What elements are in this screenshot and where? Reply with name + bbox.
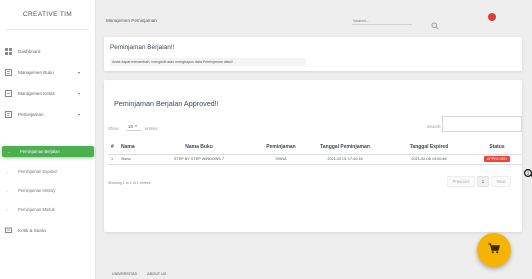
notice-text: Anda dapat menambah, mengedit atau mengh… xyxy=(110,58,306,66)
column-header[interactable]: Peminjaman xyxy=(258,141,304,155)
column-header[interactable]: Nama xyxy=(118,141,140,155)
approved-title: Peminjaman Berjalan Approved!! xyxy=(114,99,219,108)
chevron-down-icon: ▾ xyxy=(135,124,137,128)
notice-title: Peminjaman Berjalan!! xyxy=(110,44,175,51)
page-1-button[interactable]: 1 xyxy=(477,176,489,187)
approved-card: Peminjaman Berjalan Approved!! Show 10 ▾… xyxy=(104,80,532,232)
column-header[interactable]: Status xyxy=(472,141,522,155)
dash-icon: – xyxy=(6,207,9,212)
feedback-icon xyxy=(4,226,12,234)
sidebar-item-kritik-saran[interactable]: Kritik & Saran xyxy=(0,223,96,237)
entries-select-value: 10 xyxy=(128,123,134,129)
dash-icon: – xyxy=(6,188,9,193)
brand-logo[interactable]: CREATIVE TIM xyxy=(6,0,89,30)
footer: UNIVERSITAS ABOUT US xyxy=(112,272,166,276)
column-header[interactable]: Tanggal Expired xyxy=(386,141,472,155)
sidebar-item-manajemen-buku[interactable]: Manajemen Buku ▾ xyxy=(0,65,96,79)
sidebar-subitem-peminjaman-masuk[interactable]: – Peminjaman Masuk xyxy=(0,204,96,215)
dash-icon: – xyxy=(6,169,9,174)
entries-select[interactable]: 10 ▾ xyxy=(126,122,142,131)
sidebar-item-peminjaman[interactable]: Peminjaman ▾ xyxy=(0,107,96,121)
previous-page-button[interactable]: Previous xyxy=(447,176,475,187)
column-header[interactable]: Nama Buku xyxy=(140,141,258,155)
table-header-row: # Nama Nama Buku Peminjaman Tanggal Pemi… xyxy=(108,141,522,155)
page-title: Manajemen Peminjaman xyxy=(106,18,157,23)
table-cell: 2021-02-08 19:00:## xyxy=(386,154,472,165)
dashboard-icon xyxy=(4,47,12,55)
class-icon xyxy=(4,89,12,97)
status-cell: APPROVED xyxy=(472,154,522,165)
annotation-arrow-icon: 1 xyxy=(524,169,532,177)
table-cell: 2021-02-01 17:40:18 xyxy=(304,154,386,165)
table-row: 1 Sisna STEP BY STEP WINDOWS 7 SISNA 202… xyxy=(108,154,522,165)
sidebar-item-label: Peminjaman xyxy=(18,111,44,117)
entries-label: entries xyxy=(145,126,158,131)
table-info: Showing 1 to 1 of 1 entries xyxy=(108,181,151,185)
book-icon xyxy=(4,68,12,76)
sidebar-subitem-label: Peminjaman History xyxy=(18,188,56,193)
cart-icon xyxy=(488,241,500,259)
next-page-button[interactable]: Next xyxy=(491,176,511,187)
chevron-down-icon: ▾ xyxy=(77,90,80,96)
sidebar-item-label: Dashboard xyxy=(18,48,41,54)
notice-card: Peminjaman Berjalan!! Anda dapat menamba… xyxy=(104,37,522,71)
chevron-down-icon: ▾ xyxy=(77,111,80,117)
sidebar-item-manajemen-kelas[interactable]: Manajemen Kelas ▾ xyxy=(0,86,96,100)
chevron-down-icon: ▾ xyxy=(77,69,80,75)
sidebar: CREATIVE TIM Dashboard Manajemen Buku ▾ … xyxy=(0,0,96,279)
sidebar-item-label: Manajemen Buku xyxy=(18,69,54,75)
table-search-input[interactable] xyxy=(442,116,522,132)
sidebar-subitem-peminjaman-expired[interactable]: – Peminjaman Expired xyxy=(0,166,96,177)
cart-fab-button[interactable] xyxy=(477,233,511,267)
top-navbar: Manajemen Peminjaman xyxy=(96,0,532,36)
sidebar-item-label: Manajemen Kelas xyxy=(18,90,55,96)
table-search-label: Search: xyxy=(427,124,442,129)
sidebar-subitem-peminjaman-history[interactable]: – Peminjaman History xyxy=(0,185,96,196)
sidebar-subitem-label: Peminjaman Berjalan xyxy=(20,149,60,154)
approved-table: # Nama Nama Buku Peminjaman Tanggal Pemi… xyxy=(108,141,522,165)
dash-icon: – xyxy=(8,149,11,154)
table-cell: STEP BY STEP WINDOWS 7 xyxy=(140,154,258,165)
column-header[interactable]: Tanggal Peminjaman xyxy=(304,141,386,155)
notification-icon[interactable] xyxy=(488,13,496,21)
sidebar-item-label: Kritik & Saran xyxy=(18,227,47,233)
table-cell: 1 xyxy=(108,154,118,165)
sidebar-subitem-label: Peminjaman Expired xyxy=(18,169,57,174)
loan-icon xyxy=(4,110,12,118)
sidebar-item-dashboard[interactable]: Dashboard xyxy=(0,44,96,58)
pagination: Previous 1 Next xyxy=(447,176,511,187)
show-label: Show xyxy=(108,126,119,131)
annotation-number: 1 xyxy=(527,171,530,176)
footer-link-about[interactable]: ABOUT US xyxy=(147,272,166,276)
sidebar-subitem-label: Peminjaman Masuk xyxy=(18,207,55,212)
table-cell: SISNA xyxy=(258,154,304,165)
status-badge: APPROVED xyxy=(484,156,510,162)
footer-link-universitas[interactable]: UNIVERSITAS xyxy=(112,272,137,276)
sidebar-subitem-peminjaman-berjalan[interactable]: – Peminjaman Berjalan xyxy=(2,146,94,157)
search-icon[interactable] xyxy=(431,17,439,30)
table-cell: Sisna xyxy=(118,154,140,165)
column-header[interactable]: # xyxy=(108,141,118,155)
search-input[interactable] xyxy=(352,16,412,25)
